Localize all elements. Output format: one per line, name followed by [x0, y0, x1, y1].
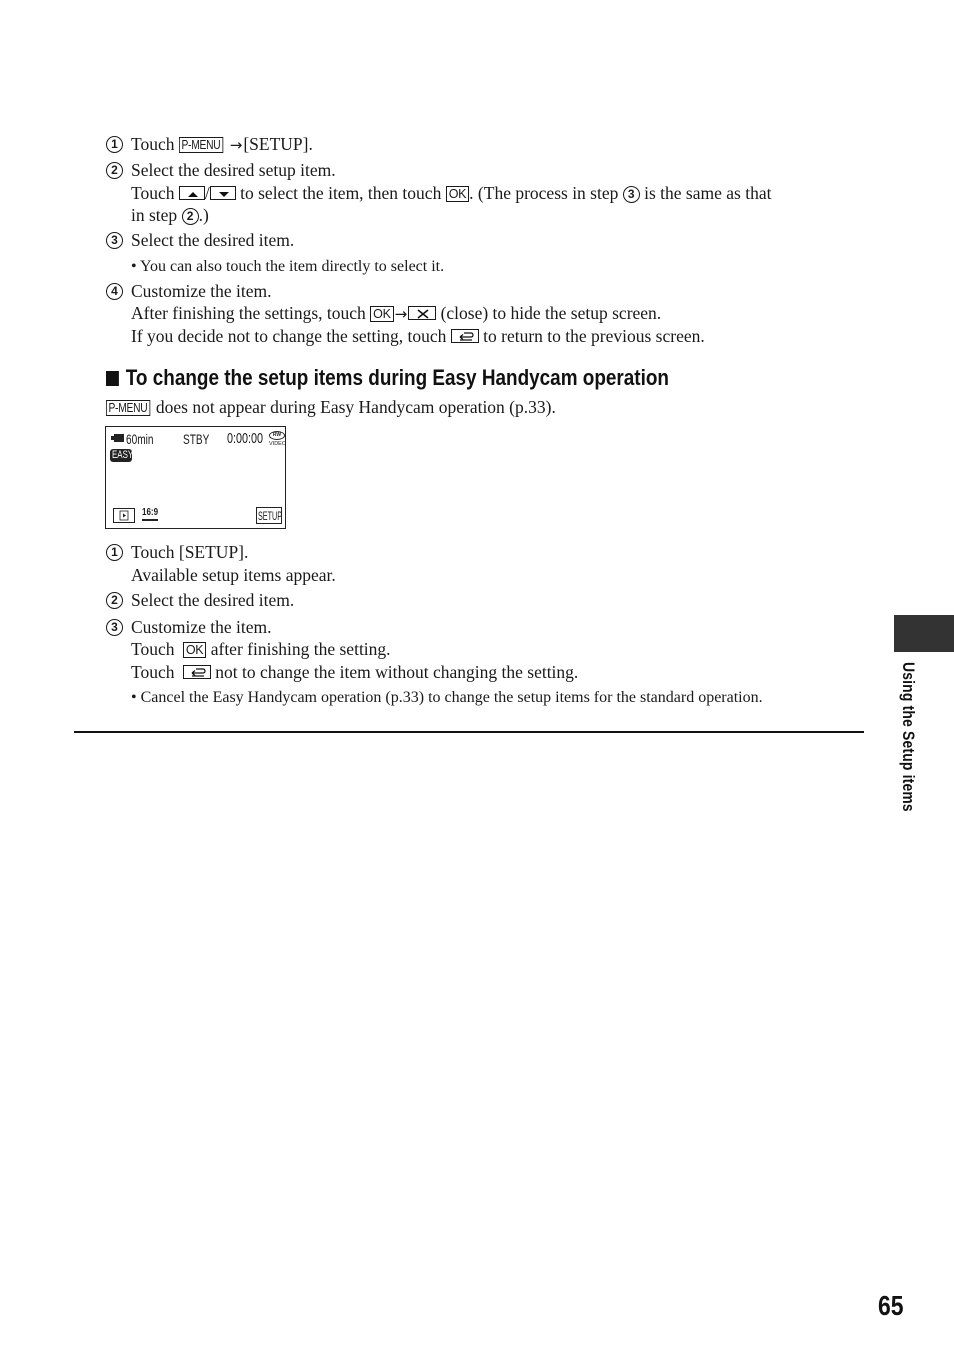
step-2-detail-pre: Touch [131, 183, 175, 203]
section-intro-text: does not appear during Easy Handycam ope… [155, 397, 556, 417]
section-heading: To change the setup items during Easy Ha… [106, 365, 669, 391]
section-heading-text: To change the setup items during Easy Ha… [125, 365, 669, 390]
easy-badge: EASY [110, 449, 134, 462]
step-2-detail: Touch / to select the item, then touch O… [131, 182, 771, 204]
step-number-3: 3 [106, 232, 123, 249]
step-1: Touch P-MENU →[SETUP]. [131, 133, 313, 156]
bullet: • [131, 689, 137, 706]
step-4-detail-2: If you decide not to change the setting,… [131, 325, 705, 347]
easy-step-3-detail-1-post: after finishing the setting. [210, 639, 391, 659]
step-number-1: 1 [106, 544, 123, 561]
bullet: • [131, 258, 137, 275]
p-menu-key-icon: P-MENU [178, 137, 223, 153]
step-number-3: 3 [106, 619, 123, 636]
easy-step-3-detail-2: Touch not to change the item without cha… [131, 661, 578, 683]
step-2-detail-post-b: is the same as that [644, 183, 772, 203]
ok-key-icon: OK [370, 306, 394, 322]
step-2: Select the desired setup item. [131, 160, 336, 180]
step-number-2: 2 [106, 592, 123, 609]
step-2-detail-mid: to select the item, then touch [240, 183, 442, 203]
lcd-setup-label: SETUP [258, 509, 283, 523]
step-number-4: 4 [106, 283, 123, 300]
step-ref-2: 2 [181, 208, 199, 225]
step-number-2: 2 [106, 162, 123, 179]
ok-key-icon: OK [182, 642, 207, 658]
step-3-note-text: You can also touch the item directly to … [140, 258, 445, 275]
step-2-line2-post: .) [198, 205, 209, 225]
lcd-status: STBY [183, 431, 210, 447]
lcd-setup-button: SETUP [256, 507, 282, 524]
right-arrow-icon: → [229, 136, 243, 154]
step-2-detail-line2: in step 2.) [131, 204, 209, 226]
battery-icon [111, 434, 124, 442]
step-3: Select the desired item. [131, 230, 295, 250]
lcd-battery-time: 60min [126, 431, 154, 447]
section-divider [74, 731, 864, 733]
step-3-note: • You can also touch the item directly t… [131, 256, 444, 278]
ok-key-icon: OK [445, 186, 470, 202]
easy-step-1: Touch [SETUP]. [131, 542, 249, 562]
play-button-icon [113, 508, 135, 523]
disc-rw-label: RW [269, 431, 285, 440]
step-4-detail-1-post: (close) to hide the setup screen. [440, 303, 662, 323]
step-ref-3: 3 [622, 186, 640, 203]
side-tab-marker [894, 615, 954, 652]
disc-video-label: VIDEO [269, 441, 287, 447]
step-4-detail-1-pre: After finishing the settings, touch [131, 303, 366, 323]
step-1-pre: Touch [131, 134, 175, 154]
easy-step-3: Customize the item. [131, 617, 272, 637]
step-number-1: 1 [106, 136, 123, 153]
return-key-icon [182, 665, 211, 679]
easy-step-3-detail-2-pre: Touch [131, 662, 175, 682]
step-2-line2-pre: in step [131, 205, 178, 225]
p-menu-key-icon: P-MENU [106, 400, 150, 416]
easy-step-3-note: • Cancel the Easy Handycam operation (p.… [131, 687, 763, 709]
disc-rw-video-icon: RW VIDEO [268, 431, 287, 449]
easy-step-1-detail: Available setup items appear. [131, 565, 336, 585]
step-2-detail-post-a: . (The process in step [469, 183, 619, 203]
heading-square-icon [106, 371, 119, 386]
lcd-aspect-ratio: 16:9 [142, 507, 159, 521]
section-intro: P-MENU does not appear during Easy Handy… [106, 396, 556, 418]
return-key-icon [450, 329, 479, 343]
step-4-detail-1: After finishing the settings, touch OK → … [131, 302, 661, 325]
close-key-icon [408, 306, 437, 320]
easy-step-3-detail-1-pre: Touch [131, 639, 175, 659]
easy-step-3-note-text: Cancel the Easy Handycam operation (p.33… [140, 689, 763, 706]
side-tab-label: Using the Setup items [898, 662, 920, 852]
page-number: 65 [878, 1290, 904, 1321]
step-4-detail-2-post: to return to the previous screen. [483, 326, 705, 346]
lcd-counter: 0:00:00 [227, 430, 264, 447]
easy-step-3-detail-1: Touch OK after finishing the setting. [131, 638, 391, 660]
easy-step-2: Select the desired item. [131, 590, 295, 610]
step-4: Customize the item. [131, 281, 272, 301]
up-arrow-key-icon [178, 186, 205, 200]
right-arrow-icon: → [394, 305, 408, 323]
easy-step-3-detail-2-post: not to change the item without changing … [215, 662, 579, 682]
step-1-post: [SETUP]. [243, 134, 313, 154]
lcd-screen-illustration: 60min STBY 0:00:00 RW VIDEO EASY 16:9 SE… [105, 426, 286, 529]
side-tab-label-text: Using the Setup items [899, 662, 918, 812]
step-4-detail-2-pre: If you decide not to change the setting,… [131, 326, 447, 346]
easy-badge-text: EASY [112, 449, 134, 461]
down-arrow-key-icon [209, 186, 236, 200]
